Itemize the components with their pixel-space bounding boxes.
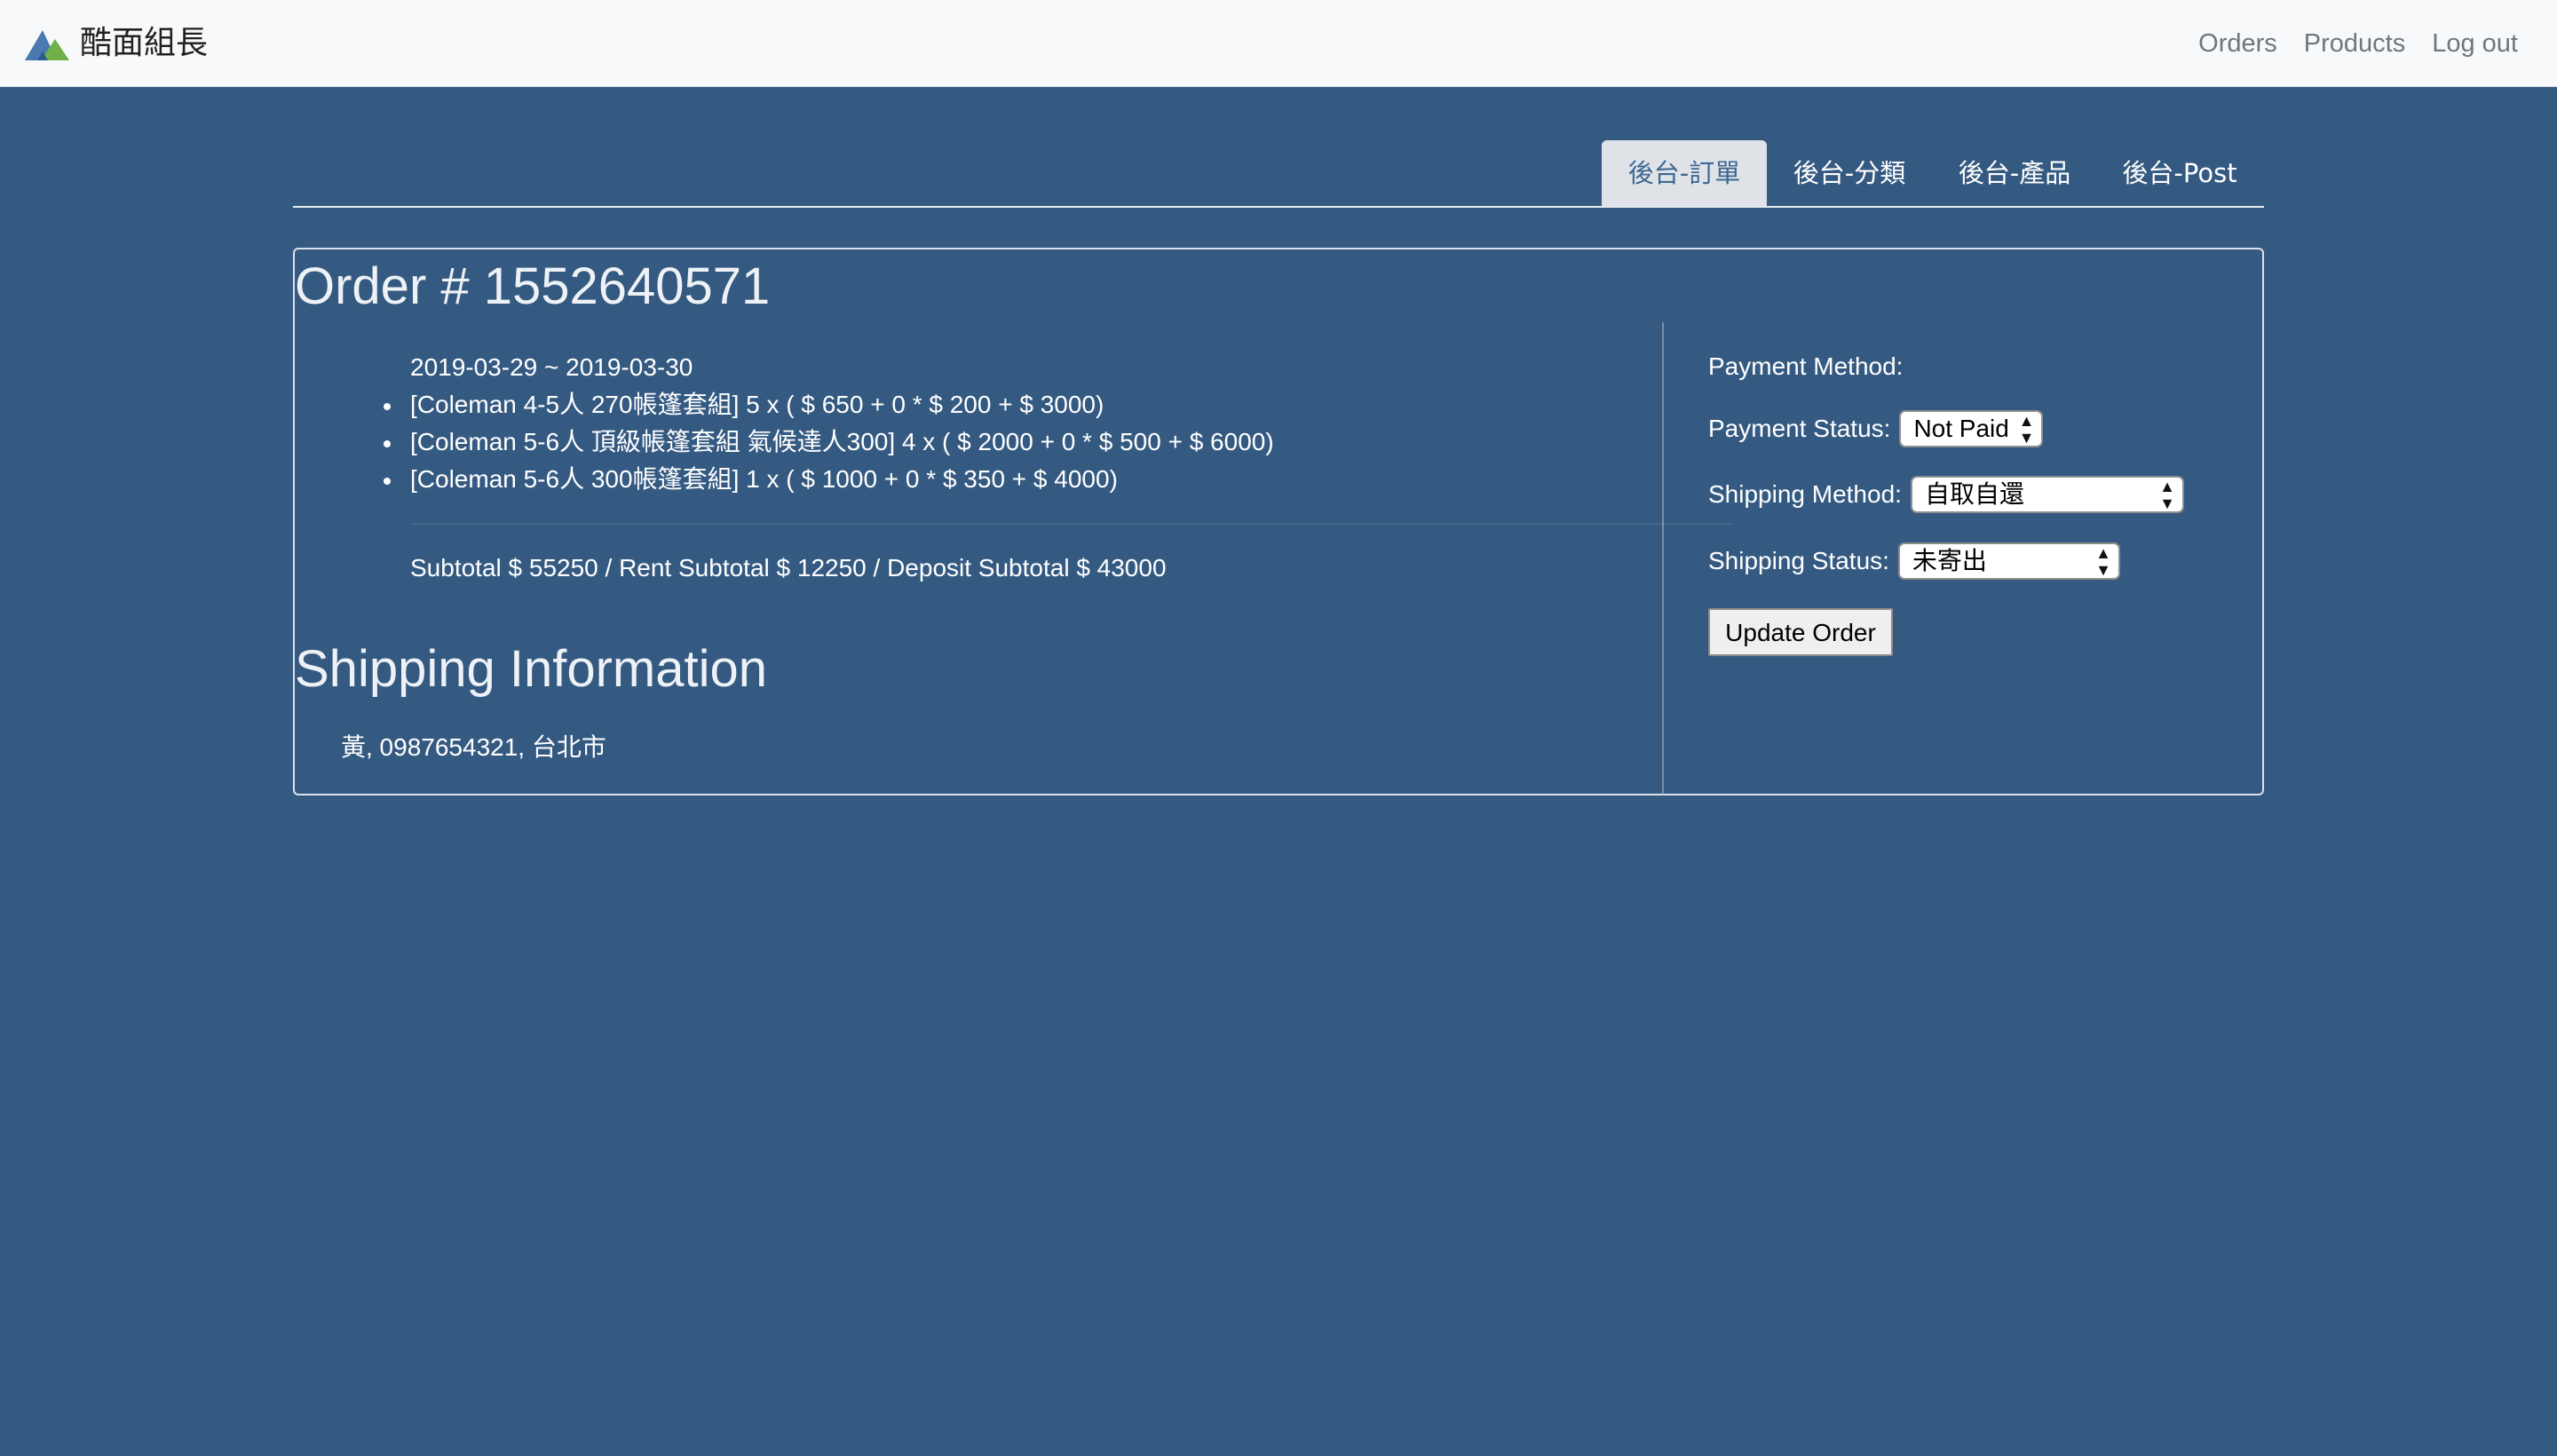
- payment-status-value: Not Paid: [1913, 415, 2009, 442]
- tab-products[interactable]: 後台-產品: [1932, 140, 2097, 206]
- shipping-method-label: Shipping Method:: [1708, 480, 1902, 508]
- admin-tabs: 後台-訂單 後台-分類 後台-產品 後台-Post: [293, 140, 2264, 208]
- shipping-title: Shipping Information: [295, 640, 767, 698]
- list-item: [Coleman 5-6人 300帳篷套組] 1 x ( $ 1000 + 0 …: [384, 461, 1274, 498]
- payment-method-row: Payment Method:: [1708, 348, 1903, 385]
- select-arrows-icon: ▲ ▼: [2095, 544, 2111, 579]
- payment-status-select[interactable]: Not Paid ▲ ▼: [1899, 410, 2044, 447]
- brand-name: 酷面組長: [80, 25, 209, 61]
- payment-method-label: Payment Method:: [1708, 352, 1904, 380]
- rental-date-range: 2019-03-29 ~ 2019-03-30: [410, 353, 693, 381]
- order-title: Order # 1552640571: [295, 257, 771, 315]
- nav-links: Orders Products Log out: [2172, 0, 2518, 87]
- shipping-status-value: 未寄出: [1912, 547, 1987, 574]
- nav-link-products[interactable]: Products: [2304, 29, 2405, 59]
- brand[interactable]: 酷面組長: [25, 21, 208, 66]
- list-item: [Coleman 4-5人 270帳篷套組] 5 x ( $ 650 + 0 *…: [384, 386, 1274, 423]
- select-arrows-icon: ▲ ▼: [2018, 412, 2035, 447]
- vertical-divider: [1662, 322, 1664, 795]
- select-arrows-icon: ▲ ▼: [2159, 478, 2175, 512]
- nav-link-logout[interactable]: Log out: [2432, 29, 2518, 59]
- order-card: Order # 1552640571 2019-03-29 ~ 2019-03-…: [293, 248, 2264, 795]
- shipping-status-select[interactable]: 未寄出 ▲ ▼: [1897, 542, 2120, 580]
- divider: [410, 524, 1733, 525]
- tab-posts[interactable]: 後台-Post: [2097, 140, 2262, 206]
- payment-status-row: Payment Status: Not Paid ▲ ▼: [1708, 410, 2044, 447]
- nav-link-orders[interactable]: Orders: [2198, 29, 2277, 59]
- order-subtotal: Subtotal $ 55250 / Rent Subtotal $ 12250…: [410, 554, 1167, 582]
- update-order-button[interactable]: Update Order: [1708, 608, 1893, 656]
- shipping-method-value: 自取自還: [1924, 480, 2024, 508]
- tab-categories[interactable]: 後台-分類: [1767, 140, 1932, 206]
- shipping-info: 黃, 0987654321, 台北市: [341, 733, 606, 761]
- shipping-method-row: Shipping Method: 自取自還 ▲ ▼: [1708, 476, 2184, 513]
- shipping-method-select[interactable]: 自取自還 ▲ ▼: [1910, 476, 2184, 513]
- list-item: [Coleman 5-6人 頂級帳篷套組 氣候達人300] 4 x ( $ 20…: [384, 423, 1274, 461]
- top-navbar: 酷面組長 Orders Products Log out: [0, 0, 2557, 87]
- order-items-list: [Coleman 4-5人 270帳篷套組] 5 x ( $ 650 + 0 *…: [384, 386, 1274, 498]
- payment-status-label: Payment Status:: [1708, 415, 1891, 442]
- shipping-status-label: Shipping Status:: [1708, 547, 1889, 574]
- tab-orders[interactable]: 後台-訂單: [1602, 140, 1767, 206]
- mountain-logo-icon: [25, 30, 69, 60]
- shipping-status-row: Shipping Status: 未寄出 ▲ ▼: [1708, 542, 2120, 580]
